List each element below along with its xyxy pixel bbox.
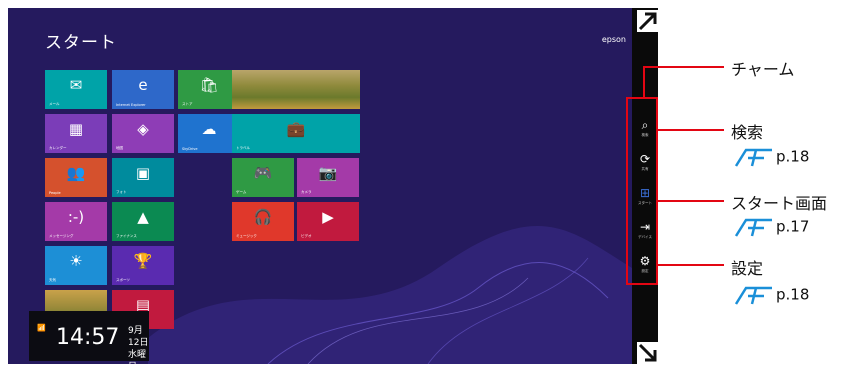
messaging-icon: :-) <box>67 208 85 226</box>
charm-devices-label: デバイス <box>638 235 652 239</box>
user-name[interactable]: epson <box>602 35 626 44</box>
settings-ref-page: p.18 <box>776 285 810 304</box>
leader-settings <box>658 264 724 266</box>
store-icon: 🛍 <box>199 76 219 94</box>
tile-messaging[interactable]: :-) メッセージング <box>45 202 107 241</box>
tile-calendar-label: カレンダー <box>49 146 67 150</box>
arrow-down-right-icon <box>637 342 659 364</box>
search-icon: ⌕ <box>641 118 649 132</box>
leader-charm <box>643 66 724 68</box>
start-ref-page: p.17 <box>776 217 810 236</box>
calendar-icon: ▦ <box>68 120 84 138</box>
tile-games[interactable]: 🎮 ゲーム <box>232 158 294 197</box>
tile-people-label: People <box>49 191 61 195</box>
finance-icon: ▲ <box>137 208 149 226</box>
tile-weather-label: 天気 <box>49 278 56 282</box>
tile-games-label: ゲーム <box>236 190 247 194</box>
clock-date: 9月12日水曜日 <box>128 325 149 364</box>
charm-share-label: 共有 <box>641 167 649 171</box>
tile-calendar[interactable]: ▦ カレンダー <box>45 114 107 153</box>
charm-settings-label: 設定 <box>641 269 649 273</box>
charm-start-label: スタート <box>638 201 652 205</box>
tile-skydrive[interactable]: ☁ SkyDrive <box>178 114 240 153</box>
camera-icon: 📷 <box>318 164 338 182</box>
leader-search <box>658 129 724 131</box>
settings-page-ref[interactable]: p.18 <box>734 284 809 306</box>
tile-maps[interactable]: ◈ 地図 <box>112 114 174 153</box>
mail-icon: ✉ <box>69 76 83 94</box>
charm-start[interactable]: ⊞ スタート <box>632 181 658 215</box>
arrow-up-right-icon <box>637 10 659 32</box>
tile-music-label: ミュージック <box>236 234 257 238</box>
leader-charm-vertical <box>643 66 645 99</box>
tile-video-label: ビデオ <box>301 234 312 238</box>
music-icon: 🎧 <box>253 208 273 226</box>
charm-search[interactable]: ⌕ 検索 <box>632 113 658 147</box>
pointing-hand-icon <box>734 218 772 237</box>
share-icon: ⟳ <box>639 152 651 166</box>
pointing-hand-icon <box>734 148 772 167</box>
tile-messaging-label: メッセージング <box>49 234 74 238</box>
pointing-hand-icon <box>734 286 772 305</box>
charm-settings[interactable]: ⚙ 設定 <box>632 249 658 283</box>
tile-travel[interactable]: 💼 トラベル <box>232 114 360 153</box>
windows-logo-icon: ⊞ <box>639 186 651 200</box>
network-icon: 📶 <box>37 324 46 332</box>
tile-people[interactable]: 👥 People <box>45 158 107 197</box>
tile-camera-label: カメラ <box>301 190 312 194</box>
internet-explorer-icon: e <box>138 76 148 94</box>
search-page-ref[interactable]: p.18 <box>734 146 809 168</box>
tile-music[interactable]: 🎧 ミュージック <box>232 202 294 241</box>
maps-icon: ◈ <box>137 120 149 138</box>
clock-weekday: 水曜日 <box>128 350 147 364</box>
tile-internet-explorer-label: Internet Explorer <box>116 103 146 107</box>
charm-share[interactable]: ⟳ 共有 <box>632 147 658 181</box>
tile-mail-label: メール <box>49 102 60 106</box>
tile-maps-label: 地図 <box>116 146 123 150</box>
tile-internet-explorer[interactable]: e Internet Explorer <box>112 70 174 109</box>
tile-skydrive-label: SkyDrive <box>182 147 198 151</box>
tile-camera[interactable]: 📷 カメラ <box>297 158 359 197</box>
weather-icon: ☀ <box>69 252 83 270</box>
tile-travel-label: トラベル <box>236 146 250 150</box>
charm-devices[interactable]: ⇥ デバイス <box>632 215 658 249</box>
label-start-screen: スタート画面 <box>731 194 828 213</box>
lock-clock: 📶 14:57 9月12日水曜日 <box>29 311 149 364</box>
start-title: スタート <box>45 33 117 53</box>
label-search: 検索 <box>731 123 764 142</box>
clock-time: 14:57 <box>56 325 120 350</box>
label-charm: チャーム <box>731 60 795 79</box>
tile-finance-label: ファイナンス <box>116 234 137 238</box>
charm-search-label: 検索 <box>641 133 649 137</box>
tile-finance[interactable]: ▲ ファイナンス <box>112 202 174 241</box>
tile-store[interactable]: 🛍 ストア <box>178 70 240 109</box>
tile-sports[interactable]: 🏆 スポーツ <box>112 246 174 285</box>
tile-photos[interactable]: ▣ フォト <box>112 158 174 197</box>
devices-icon: ⇥ <box>639 220 651 234</box>
start-screen: スタート epson ✉ メール e Internet Explorer 🛍 ストア ▦ カレ… <box>8 8 632 364</box>
video-icon: ▶ <box>322 208 334 226</box>
sports-icon: 🏆 <box>133 252 153 270</box>
people-icon: 👥 <box>66 164 86 182</box>
tile-video[interactable]: ▶ ビデオ <box>297 202 359 241</box>
games-icon: 🎮 <box>253 164 273 182</box>
travel-icon: 💼 <box>286 120 306 138</box>
leader-start <box>658 200 724 202</box>
label-settings: 設定 <box>731 259 764 278</box>
start-page-ref[interactable]: p.17 <box>734 216 809 238</box>
clock-day: 9月12日 <box>128 326 149 348</box>
tile-weather[interactable]: ☀ 天気 <box>45 246 107 285</box>
tile-store-label: ストア <box>182 102 193 106</box>
tile-photos-label: フォト <box>116 190 127 194</box>
gear-icon: ⚙ <box>639 254 651 268</box>
search-ref-page: p.18 <box>776 147 810 166</box>
skydrive-icon: ☁ <box>201 120 217 138</box>
tile-mail[interactable]: ✉ メール <box>45 70 107 109</box>
tile-sports-label: スポーツ <box>116 278 130 282</box>
tile-bing[interactable] <box>232 70 360 109</box>
photos-icon: ▣ <box>135 164 151 182</box>
